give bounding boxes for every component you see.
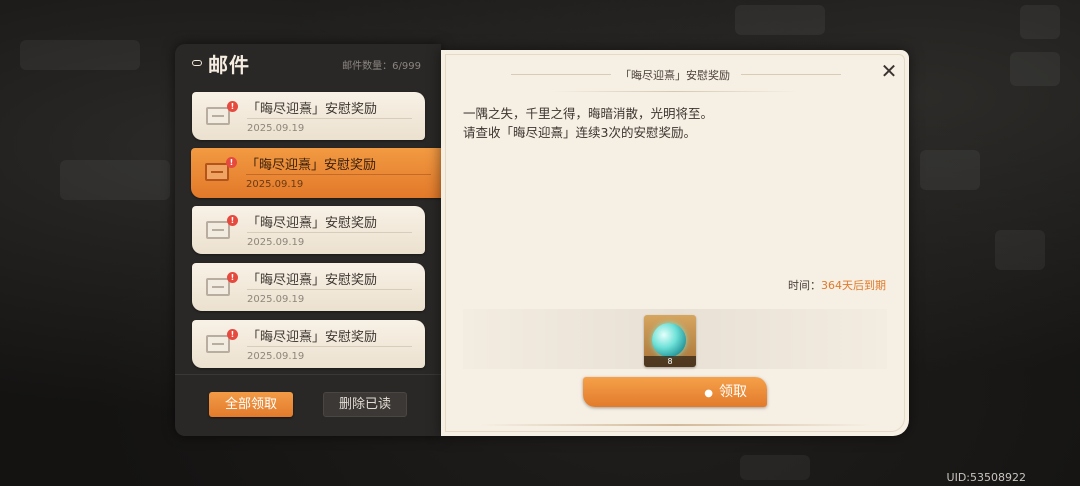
divider [247,118,412,119]
claim-all-button[interactable]: 全部领取 [209,392,293,417]
panel-title: 邮件 [208,53,250,77]
divider [246,174,431,175]
mail-list[interactable]: ! 「晦尽迎熹」安慰奖励 2025.09.19 ! 「晦尽迎熹」安慰奖励 202… [175,88,441,414]
divider [247,346,412,347]
mail-list-item-selected[interactable]: ! 「晦尽迎熹」安慰奖励 2025.09.19 [191,148,441,198]
mail-body-line: 请查收「晦尽迎熹」连续3次的安慰奖励。 [463,125,696,140]
bg-hud-block [1010,52,1060,86]
mail-item-title: 「晦尽迎熹」安慰奖励 [247,273,378,288]
reward-count: 8 [644,356,696,367]
close-icon[interactable]: ✕ [877,60,901,82]
mail-item-date: 2025.09.19 [247,237,305,248]
mail-item-date: 2025.09.19 [247,351,305,362]
mail-detail-title: 「晦尽迎熹」安慰奖励 [620,69,730,82]
mail-item-title: 「晦尽迎熹」安慰奖励 [247,102,378,117]
divider [247,289,412,290]
bg-hud-block [920,150,980,190]
mail-detail-panel: 「晦尽迎熹」安慰奖励 ✕ 一隅之失，千里之得，晦暗消散，光明将至。 请查收「晦尽… [441,50,909,436]
new-badge-icon: ! [227,101,238,112]
bottom-decoration [481,424,871,426]
bg-hud-block [60,160,170,200]
claim-button-label: 领取 [719,384,747,400]
divider [247,232,412,233]
bg-hud-block [740,455,810,480]
title-underline [551,91,799,92]
envelope-icon [205,163,229,181]
mail-item-date: 2025.09.19 [247,123,305,134]
new-badge-icon: ! [226,157,237,168]
orb-icon [652,323,686,357]
mail-list-panel: 邮件 邮件数量：6/999 ! 「晦尽迎熹」安慰奖励 2025.09.19 ! … [175,44,441,436]
mail-item-date: 2025.09.19 [246,179,304,190]
mail-count-label: 邮件数量： [342,61,393,72]
mail-list-header: 邮件 邮件数量：6/999 [175,44,441,82]
new-badge-icon: ! [227,215,238,226]
mail-list-footer: 全部领取 删除已读 [175,374,441,436]
claim-button[interactable]: ● 领取 [583,377,767,407]
mail-count-value: 6/999 [392,61,421,72]
reward-item[interactable]: 8 [644,315,696,367]
delete-read-button[interactable]: 删除已读 [323,392,407,417]
mail-item-title: 「晦尽迎熹」安慰奖励 [247,330,378,345]
expire-value: 364天后到期 [821,279,886,292]
bg-hud-block [735,5,825,35]
mail-list-item[interactable]: ! 「晦尽迎熹」安慰奖励 2025.09.19 [192,206,425,254]
mail-indicator-icon [192,60,202,66]
expire-info: 时间：364天后到期 [788,277,886,293]
mail-list-item[interactable]: ! 「晦尽迎熹」安慰奖励 2025.09.19 [192,92,425,140]
mail-item-title: 「晦尽迎熹」安慰奖励 [246,158,377,173]
mail-list-item[interactable]: ! 「晦尽迎熹」安慰奖励 2025.09.19 [192,263,425,311]
new-badge-icon: ! [227,329,238,340]
mail-body: 一隅之失，千里之得，晦暗消散，光明将至。 请查收「晦尽迎熹」连续3次的安慰奖励。 [463,104,713,142]
mail-list-item[interactable]: ! 「晦尽迎熹」安慰奖励 2025.09.19 [192,320,425,368]
envelope-icon [206,221,230,239]
bg-hud-block [1020,5,1060,39]
bg-hud-block [20,40,140,70]
dot-icon: ● [704,388,713,399]
uid-label: UID:53508922 [946,471,1026,484]
envelope-icon [206,107,230,125]
envelope-icon [206,335,230,353]
envelope-icon [206,278,230,296]
mail-count: 邮件数量：6/999 [342,57,421,72]
mail-item-title: 「晦尽迎熹」安慰奖励 [247,216,378,231]
new-badge-icon: ! [227,272,238,283]
mail-body-line: 一隅之失，千里之得，晦暗消散，光明将至。 [463,106,714,121]
bg-hud-block [995,230,1045,270]
mail-item-date: 2025.09.19 [247,294,305,305]
expire-label: 时间： [788,279,821,292]
